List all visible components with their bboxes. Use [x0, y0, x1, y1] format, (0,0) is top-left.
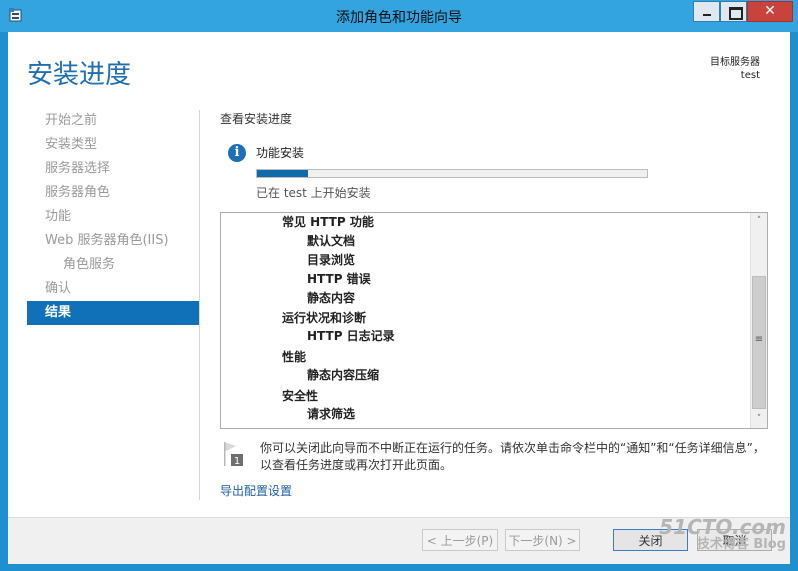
feature-item: 安全性: [282, 389, 319, 403]
nav-item-role-services: 角色服务: [63, 257, 116, 272]
export-configuration-link[interactable]: 导出配置设置: [220, 482, 292, 499]
feature-item: 静态内容: [307, 291, 356, 305]
watermark: 51CTO.com 技术博客 Blog: [659, 515, 786, 554]
target-server-value: test: [740, 70, 760, 81]
nav-item-before-you-begin: 开始之前: [45, 113, 98, 128]
feature-list[interactable]: 常见 HTTP 功能 默认文档 目录浏览 HTTP 错误 静态内容 运行状况和诊…: [220, 212, 768, 429]
progress-text: 已在 test 上开始安装: [256, 186, 371, 200]
scroll-down-arrow-icon[interactable]: ˅: [751, 411, 767, 428]
window-title: 添加角色和功能向导: [336, 10, 462, 26]
info-note: 你可以关闭此向导而不中断正在运行的任务。请依次单击命令栏中的“通知”和“任务详细…: [260, 441, 765, 472]
previous-button[interactable]: < 上一步(P): [422, 529, 498, 551]
grip-icon: ≡: [754, 334, 764, 345]
target-server-label: 目标服务器: [710, 57, 760, 68]
feature-item: 性能: [282, 350, 307, 364]
nav-item-results[interactable]: 结果: [27, 301, 199, 325]
nav-item-features: 功能: [45, 209, 72, 224]
feature-item: HTTP 错误: [307, 272, 371, 286]
progress-bar: [256, 169, 648, 178]
notification-badge: 1: [234, 456, 240, 467]
feature-item: 请求筛选: [307, 407, 356, 421]
feature-item: HTTP 日志记录: [307, 329, 395, 343]
minimize-button[interactable]: [693, 1, 720, 22]
nav-item-server-roles: 服务器角色: [45, 185, 111, 200]
feature-item: 常见 HTTP 功能: [282, 215, 374, 229]
nav-item-confirmation: 确认: [45, 281, 72, 296]
nav-item-web-server-role: Web 服务器角色(IIS): [45, 233, 169, 248]
wizard-client-area: 安装进度 目标服务器 test 开始之前 安装类型 服务器选择 服务器角色 功能…: [8, 32, 790, 564]
feature-item: 静态内容压缩: [307, 368, 380, 382]
maximize-button[interactable]: [720, 1, 747, 22]
window-titlebar[interactable]: 添加角色和功能向导 ✕: [0, 0, 798, 32]
progress-bar-fill: [257, 170, 308, 177]
notification-flag-icon: 1: [224, 442, 243, 467]
nav-item-installation-type: 安装类型: [45, 137, 98, 152]
status-title: 功能安装: [256, 146, 305, 160]
nav-divider: [199, 110, 200, 500]
watermark-line-1: 51CTO.com: [659, 515, 786, 539]
target-server: 目标服务器 test: [710, 56, 760, 82]
window-close-button[interactable]: ✕: [747, 1, 793, 22]
nav-item-server-selection: 服务器选择: [45, 161, 111, 176]
wizard-nav: 开始之前 安装类型 服务器选择 服务器角色 功能 Web 服务器角色(IIS) …: [27, 109, 199, 325]
close-icon: ✕: [764, 3, 776, 19]
next-button[interactable]: 下一步(N) >: [505, 529, 580, 551]
feature-item: 默认文档: [307, 234, 356, 248]
page-title: 安装进度: [27, 60, 132, 90]
scrollbar-thumb[interactable]: ≡: [752, 276, 766, 409]
feature-item: 目录浏览: [307, 253, 356, 267]
section-heading: 查看安装进度: [220, 112, 293, 126]
info-icon: i: [228, 144, 246, 162]
wizard-footer: < 上一步(P) 下一步(N) > 关闭 取消 51CTO.com 技术博客 B…: [8, 515, 790, 564]
scroll-up-arrow-icon[interactable]: ˄: [751, 213, 767, 230]
feature-item: 运行状况和诊断: [282, 311, 367, 325]
feature-list-scrollbar[interactable]: ˄ ≡ ˅: [750, 213, 767, 428]
